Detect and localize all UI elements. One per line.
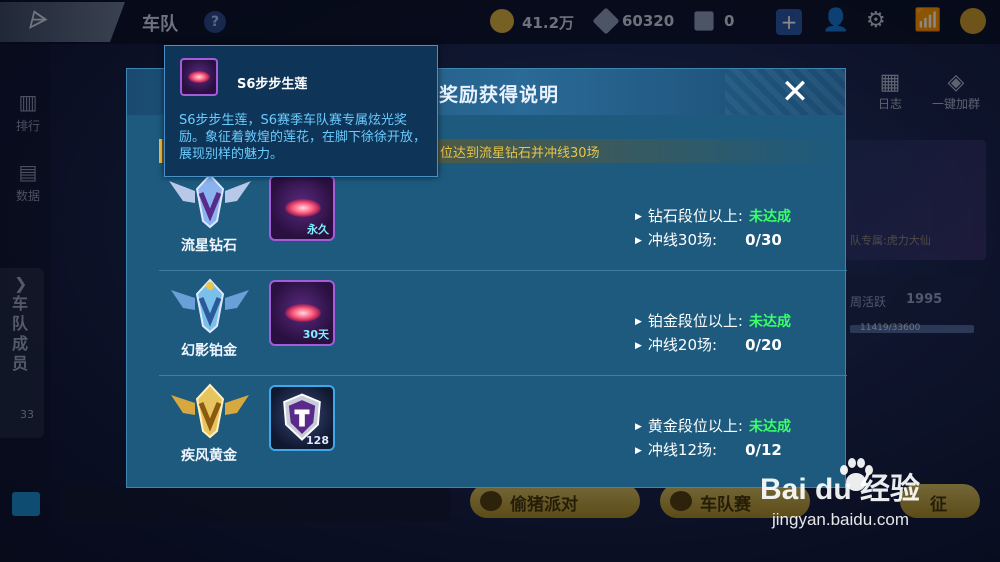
shield-reward-item[interactable]: 128 xyxy=(269,385,335,451)
rank-name: 流星钻石 xyxy=(181,238,237,254)
condition-finish: ▶ 冲线12场: 0/12 xyxy=(635,439,782,460)
lotus-reward-item[interactable]: 永久 xyxy=(269,175,335,241)
platinum-rank-badge-icon xyxy=(171,278,249,334)
tooltip-description: S6步步生莲，S6赛季车队赛专属炫光奖励。象征着敦煌的莲花，在脚下徐徐开放，展现… xyxy=(179,113,427,162)
diamond-rank-badge-icon xyxy=(169,173,251,229)
bullet-icon: ▶ xyxy=(635,422,642,432)
bullet-icon: ▶ xyxy=(635,212,642,222)
condition-progress: 0/12 xyxy=(745,441,782,459)
gold-rank-badge-icon xyxy=(171,383,249,439)
lotus-effect-icon xyxy=(188,71,210,83)
lotus-effect-icon xyxy=(285,199,321,217)
condition-progress: 0/20 xyxy=(745,336,782,354)
condition-label: 冲线30场: xyxy=(647,231,718,249)
reward-duration: 永久 xyxy=(307,223,329,236)
item-tooltip: S6步步生莲 S6步步生莲，S6赛季车队赛专属炫光奖励。象征着敦煌的莲花，在脚下… xyxy=(164,45,438,177)
notice-text: 位达到流星钻石并冲线30场 xyxy=(440,146,600,161)
reward-row: 流星钻石 永久 ▶ 钻石段位以上: 未达成 ▶ 冲线30场: 0/30 xyxy=(159,167,847,271)
reward-duration: 30天 xyxy=(302,328,329,341)
condition-status: 未达成 xyxy=(748,314,791,330)
reward-count: 128 xyxy=(306,434,329,447)
condition-status: 未达成 xyxy=(748,419,791,435)
condition-rank: ▶ 铂金段位以上: 未达成 xyxy=(635,310,791,331)
condition-rank: ▶ 黄金段位以上: 未达成 xyxy=(635,415,791,436)
bullet-icon: ▶ xyxy=(635,341,642,351)
condition-rank: ▶ 钻石段位以上: 未达成 xyxy=(635,205,791,226)
condition-label: 铂金段位以上: xyxy=(647,312,743,330)
lotus-effect-icon xyxy=(285,304,321,322)
lotus-reward-item[interactable]: 30天 xyxy=(269,280,335,346)
tooltip-title: S6步步生莲 xyxy=(237,77,308,92)
condition-label: 冲线20场: xyxy=(647,336,718,354)
close-button[interactable]: ✕ xyxy=(773,75,817,111)
bullet-icon: ▶ xyxy=(635,236,642,246)
rank-name: 幻影铂金 xyxy=(181,343,237,359)
condition-status: 未达成 xyxy=(748,209,791,225)
condition-finish: ▶ 冲线20场: 0/20 xyxy=(635,334,782,355)
baidu-paw-icon xyxy=(840,458,873,491)
bullet-icon: ▶ xyxy=(635,446,642,456)
rank-name: 疾风黄金 xyxy=(181,448,237,464)
condition-finish: ▶ 冲线30场: 0/30 xyxy=(635,229,782,250)
condition-label: 钻石段位以上: xyxy=(647,207,743,225)
bullet-icon: ▶ xyxy=(635,317,642,327)
condition-label: 黄金段位以上: xyxy=(647,417,743,435)
condition-label: 冲线12场: xyxy=(647,441,718,459)
condition-progress: 0/30 xyxy=(745,231,782,249)
reward-row: 幻影铂金 30天 ▶ 铂金段位以上: 未达成 ▶ 冲线20场: 0/20 xyxy=(159,272,847,376)
baidu-watermark-url: jingyan.baidu.com xyxy=(772,510,910,529)
lotus-item-icon xyxy=(180,58,218,96)
reward-row: 疾风黄金 128 ▶ 黄金段位以上: 未达成 ▶ 冲线12场: 0/12 xyxy=(159,377,847,481)
